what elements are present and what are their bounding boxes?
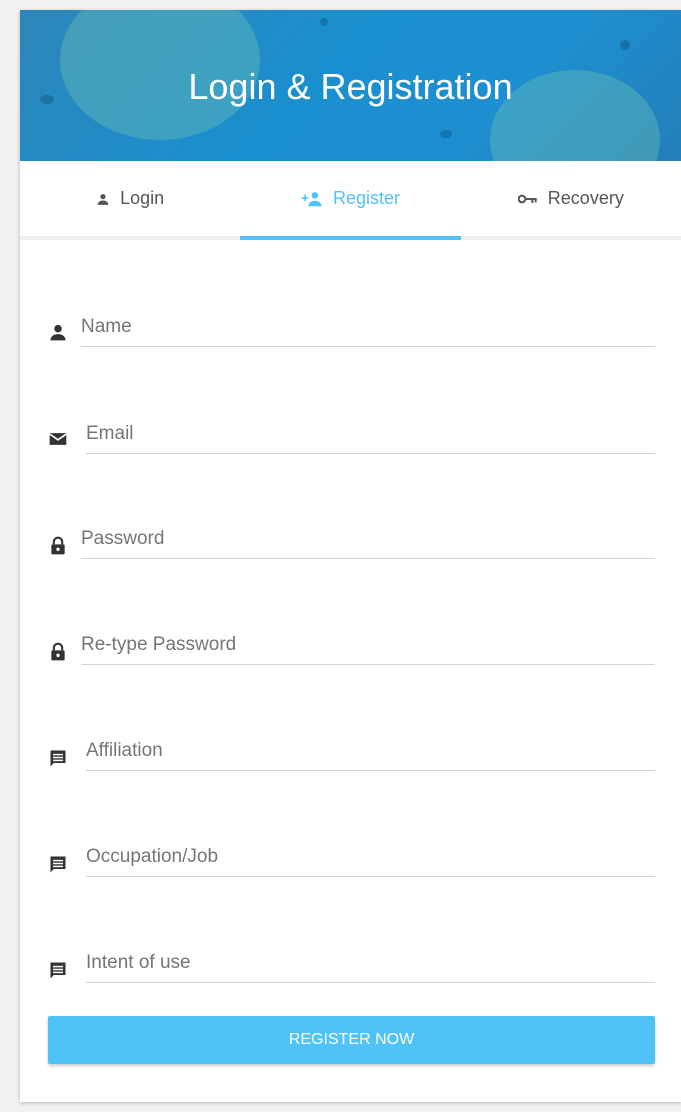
name-input[interactable]	[81, 308, 655, 347]
name-field-row	[20, 308, 681, 368]
header-banner: Login & Registration	[20, 10, 681, 161]
retype-password-field-row	[20, 626, 681, 686]
email-icon	[49, 433, 67, 445]
tab-register[interactable]: Register	[240, 161, 461, 240]
key-icon	[517, 194, 537, 203]
affiliation-field-row	[20, 732, 681, 792]
raindrop-decoration	[440, 130, 452, 138]
page-title: Login & Registration	[188, 66, 513, 107]
person-icon	[50, 324, 66, 341]
person-icon	[97, 193, 109, 205]
tab-recovery-label: Recovery	[547, 188, 624, 208]
email-field-row	[20, 415, 681, 475]
password-input[interactable]	[81, 520, 655, 559]
email-input[interactable]	[86, 415, 655, 454]
tab-login[interactable]: Login	[20, 161, 240, 236]
person-add-icon	[301, 191, 322, 206]
message-icon	[50, 750, 66, 767]
tab-register-label: Register	[332, 188, 400, 208]
occupation-input[interactable]	[86, 838, 655, 877]
message-icon	[50, 856, 66, 873]
message-icon	[50, 962, 66, 979]
intent-field-row	[20, 944, 681, 1004]
retype-password-input[interactable]	[81, 626, 655, 665]
tab-bar: Login Register Recovery	[20, 161, 681, 240]
register-now-button[interactable]: REGISTER NOW	[48, 1016, 655, 1064]
raindrop-decoration	[620, 40, 630, 50]
tab-login-label: Login	[120, 188, 165, 208]
login-registration-card: Login & Registration Login Register Reco…	[20, 10, 681, 1102]
lock-icon	[51, 642, 65, 661]
raindrop-decoration	[320, 18, 328, 26]
tab-recovery[interactable]: Recovery	[461, 161, 681, 236]
lock-icon	[51, 536, 65, 555]
password-field-row	[20, 520, 681, 580]
affiliation-input[interactable]	[86, 732, 655, 771]
occupation-field-row	[20, 838, 681, 898]
intent-input[interactable]	[86, 944, 655, 983]
